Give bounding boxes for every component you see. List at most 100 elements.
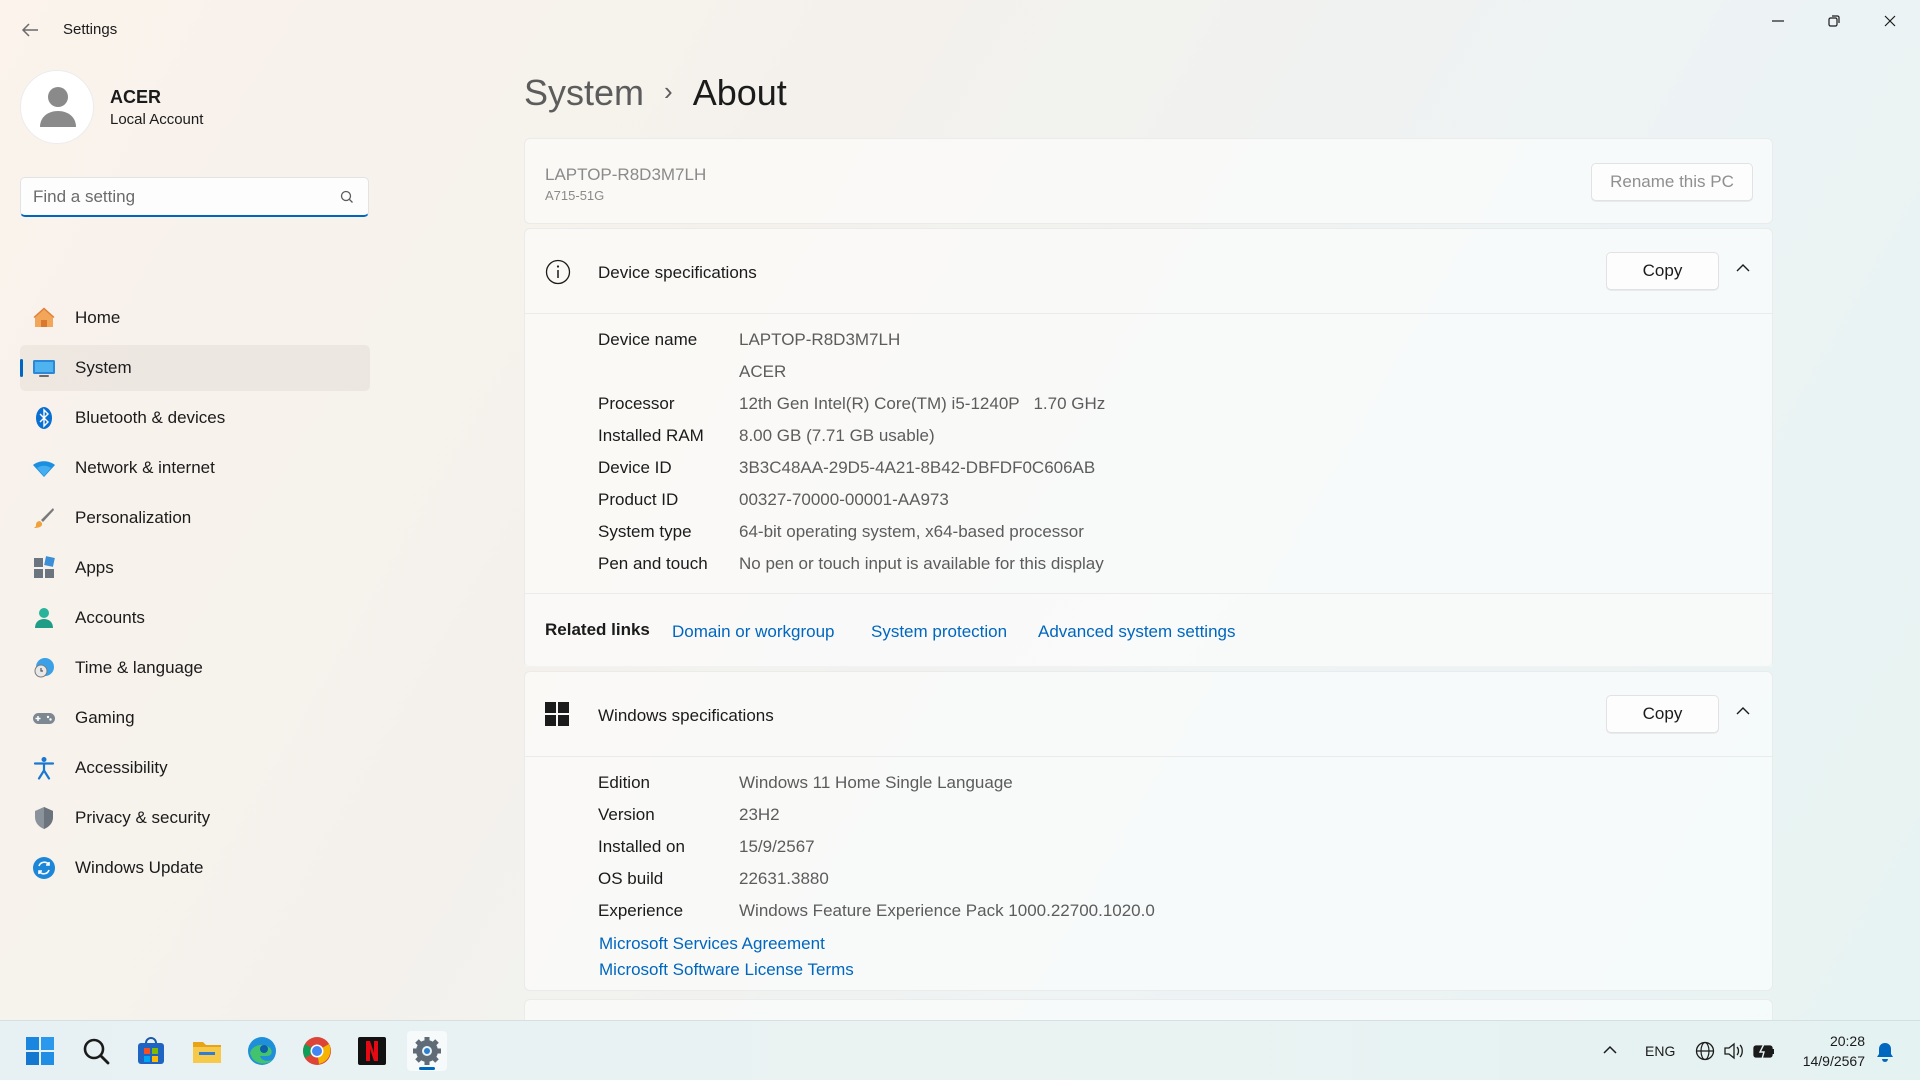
clock-date[interactable]: 14/9/2567 <box>1790 1053 1865 1069</box>
spec-label: System type <box>598 522 692 541</box>
sidebar-item-label: Bluetooth & devices <box>75 408 226 427</box>
spec-label: Product ID <box>598 490 679 509</box>
windows-specifications-header[interactable]: Windows specifications Copy <box>525 672 1772 756</box>
sidebar-item-personalization[interactable]: Personalization <box>20 495 370 541</box>
sidebar-item-time-language[interactable]: Time & language <box>20 645 370 691</box>
chevron-up-icon[interactable] <box>1602 1043 1618 1057</box>
taskbar-netflix-button[interactable] <box>352 1031 392 1071</box>
sidebar-item-apps[interactable]: Apps <box>20 545 370 591</box>
search-box <box>20 177 369 217</box>
active-app-indicator <box>419 1067 435 1070</box>
advanced-system-settings-link[interactable]: Advanced system settings <box>1038 622 1235 642</box>
start-icon <box>26 1037 54 1065</box>
device-specifications-card: Device specifications Copy Device name LA… <box>524 228 1773 667</box>
sidebar-item-label: Privacy & security <box>75 808 211 827</box>
breadcrumb-parent[interactable]: System <box>524 72 644 113</box>
taskbar-edge-button[interactable] <box>242 1031 282 1071</box>
breadcrumb-separator: › <box>664 76 673 106</box>
sidebar-item-network[interactable]: Network & internet <box>20 445 370 491</box>
device-specifications-body: Device name LAPTOP-R8D3M7LH ACER Processo… <box>525 313 1772 593</box>
spec-value: ACER <box>739 362 787 381</box>
spec-value: 64-bit operating system, x64-based proce… <box>739 522 1084 541</box>
spec-label: Device name <box>598 330 698 349</box>
sidebar-item-label: System <box>75 358 132 377</box>
clock-time[interactable]: 20:28 <box>1815 1033 1865 1049</box>
services-agreement-link[interactable]: Microsoft Services Agreement <box>599 934 825 954</box>
spec-label: Version <box>598 805 655 824</box>
account-type: Local Account <box>110 111 204 128</box>
taskbar-store-button[interactable] <box>131 1031 171 1071</box>
spec-label: Processor <box>598 394 675 413</box>
netflix-icon <box>358 1037 386 1065</box>
windows-specifications-body: Edition Windows 11 Home Single Language V… <box>525 756 1772 990</box>
sidebar-item-system[interactable]: System <box>20 345 370 391</box>
windows-specifications-card: Windows specifications Copy Edition Windo… <box>524 671 1773 991</box>
apps-icon <box>34 556 55 578</box>
app-title: Settings <box>63 21 118 38</box>
start-button[interactable] <box>20 1031 60 1071</box>
minimize-icon <box>1772 20 1784 22</box>
sidebar-item-privacy-security[interactable]: Privacy & security <box>20 795 370 841</box>
taskbar-settings-button[interactable] <box>407 1031 447 1071</box>
back-button[interactable] <box>18 18 42 42</box>
search-icon[interactable] <box>340 190 354 204</box>
copy-device-specs-button[interactable]: Copy <box>1606 252 1719 290</box>
spec-label: Pen and touch <box>598 554 708 573</box>
search-icon <box>83 1038 110 1065</box>
globe-network-icon[interactable] <box>1694 1040 1716 1062</box>
sidebar-item-accounts[interactable]: Accounts <box>20 595 370 641</box>
section-title: Device specifications <box>598 263 757 282</box>
brush-icon <box>34 508 54 528</box>
copy-windows-specs-button[interactable]: Copy <box>1606 695 1719 733</box>
avatar[interactable] <box>20 70 94 144</box>
spec-label: Device ID <box>598 458 672 477</box>
sidebar-item-label: Time & language <box>75 658 203 677</box>
spec-label: Edition <box>598 773 650 792</box>
search-input[interactable] <box>33 186 333 208</box>
license-terms-link[interactable]: Microsoft Software License Terms <box>599 960 854 980</box>
sidebar-item-gaming[interactable]: Gaming <box>20 695 370 741</box>
taskbar-chrome-button[interactable] <box>297 1031 337 1071</box>
sidebar-item-label: Apps <box>75 558 114 577</box>
sidebar-item-windows-update[interactable]: Windows Update <box>20 845 370 891</box>
active-indicator <box>20 359 23 377</box>
battery-charging-icon[interactable] <box>1752 1040 1776 1062</box>
sidebar-item-label: Network & internet <box>75 458 215 477</box>
spec-value: No pen or touch input is available for t… <box>739 554 1104 573</box>
minimize-button[interactable] <box>1755 6 1801 36</box>
sidebar-item-label: Gaming <box>75 708 135 727</box>
spec-value: 15/9/2567 <box>739 837 815 856</box>
pc-name: LAPTOP-R8D3M7LH <box>545 165 707 184</box>
domain-workgroup-link[interactable]: Domain or workgroup <box>672 622 835 642</box>
user-avatar-icon <box>40 87 76 127</box>
sidebar-item-bluetooth[interactable]: Bluetooth & devices <box>20 395 370 441</box>
spec-value: Windows 11 Home Single Language <box>739 773 1013 792</box>
taskbar: ENG 20:28 14/9/2567 <box>0 1020 1920 1080</box>
bluetooth-icon <box>36 407 52 429</box>
home-icon <box>33 307 55 327</box>
title-bar: Settings <box>0 0 1920 60</box>
sidebar-item-home[interactable]: Home <box>20 295 370 341</box>
rename-pc-button[interactable]: Rename this PC <box>1591 163 1753 201</box>
restore-button[interactable] <box>1811 6 1857 36</box>
notification-bell-icon[interactable] <box>1875 1041 1895 1063</box>
chrome-icon <box>303 1037 331 1065</box>
taskbar-search-button[interactable] <box>76 1031 116 1071</box>
input-language-indicator[interactable]: ENG <box>1645 1043 1675 1059</box>
spec-value: 00327-70000-00001-AA973 <box>739 490 949 509</box>
chevron-up-icon[interactable] <box>1735 705 1751 717</box>
device-specifications-header[interactable]: Device specifications Copy <box>525 229 1772 313</box>
chevron-up-icon[interactable] <box>1735 262 1751 274</box>
spec-value: Windows Feature Experience Pack 1000.227… <box>739 901 1155 920</box>
taskbar-file-explorer-button[interactable] <box>187 1031 227 1071</box>
volume-icon[interactable] <box>1722 1040 1746 1062</box>
spec-value: 23H2 <box>739 805 780 824</box>
account-icon <box>35 608 53 628</box>
system-protection-link[interactable]: System protection <box>871 622 1007 642</box>
sidebar-item-label: Windows Update <box>75 858 204 877</box>
spec-label: Installed RAM <box>598 426 704 445</box>
related-links: Related links Domain or workgroup System… <box>525 593 1772 667</box>
page-title: About <box>692 72 787 113</box>
close-button[interactable] <box>1867 6 1913 36</box>
sidebar-item-accessibility[interactable]: Accessibility <box>20 745 370 791</box>
